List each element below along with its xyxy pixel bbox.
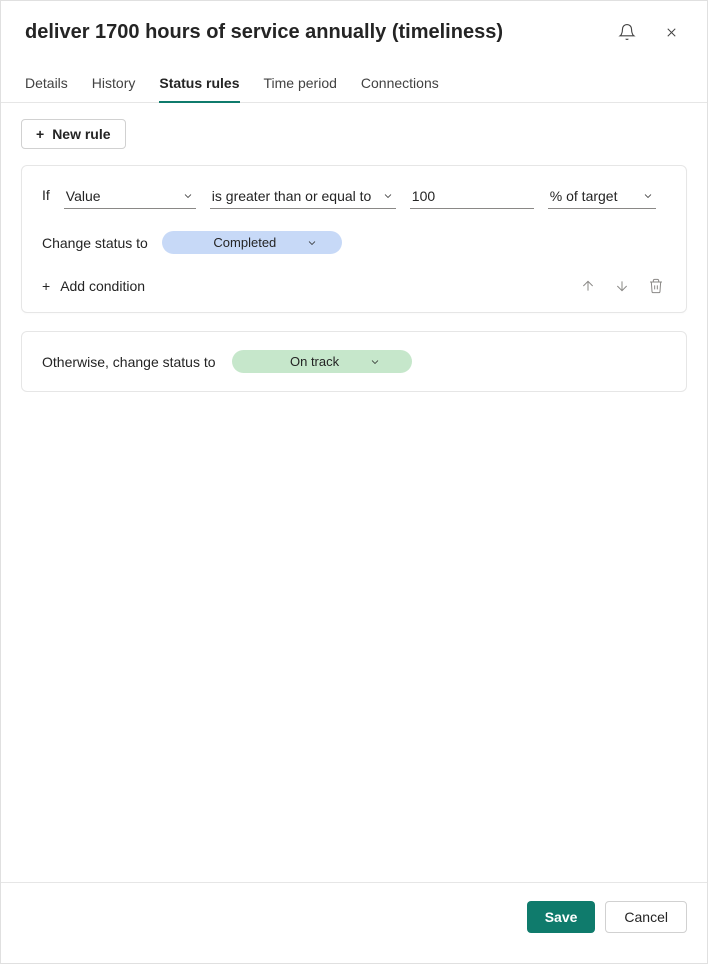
- arrow-up-icon: [580, 278, 596, 294]
- new-rule-button[interactable]: + New rule: [21, 119, 126, 149]
- unit-dropdown-text: % of target: [550, 188, 618, 204]
- tab-connections[interactable]: Connections: [361, 65, 439, 103]
- tab-history[interactable]: History: [92, 65, 136, 103]
- move-down-button[interactable]: [612, 276, 632, 296]
- move-up-button[interactable]: [578, 276, 598, 296]
- close-button[interactable]: [660, 21, 683, 44]
- arrow-down-icon: [614, 278, 630, 294]
- footer: Save Cancel: [1, 882, 707, 963]
- save-button[interactable]: Save: [527, 901, 596, 933]
- chevron-down-icon: [382, 190, 394, 202]
- threshold-input[interactable]: [410, 184, 534, 209]
- change-status-row: Change status to Completed: [42, 231, 666, 254]
- trash-icon: [648, 278, 664, 294]
- close-icon: [664, 25, 679, 40]
- add-condition-label: Add condition: [60, 278, 145, 294]
- rule-card: If Value is greater than or equal to % o…: [21, 165, 687, 313]
- chevron-down-icon: [306, 237, 318, 249]
- rule-footer: + Add condition: [42, 274, 666, 298]
- chevron-down-icon: [642, 190, 654, 202]
- status-pill-text: On track: [290, 354, 339, 369]
- new-rule-label: New rule: [52, 126, 110, 142]
- value-dropdown[interactable]: Value: [64, 184, 196, 209]
- value-dropdown-text: Value: [66, 188, 101, 204]
- notifications-button[interactable]: [614, 19, 640, 45]
- if-label: If: [42, 187, 50, 209]
- otherwise-label: Otherwise, change status to: [42, 354, 216, 370]
- tab-status-rules[interactable]: Status rules: [159, 65, 239, 103]
- header-actions: [614, 19, 683, 45]
- cancel-button[interactable]: Cancel: [605, 901, 687, 933]
- tabs: Details History Status rules Time period…: [1, 65, 707, 103]
- tab-details[interactable]: Details: [25, 65, 68, 103]
- change-status-label: Change status to: [42, 235, 148, 251]
- page-title: deliver 1700 hours of service annually (…: [25, 21, 503, 44]
- plus-icon: +: [36, 127, 44, 141]
- chevron-down-icon: [369, 356, 381, 368]
- operator-dropdown-text: is greater than or equal to: [212, 188, 372, 204]
- otherwise-card: Otherwise, change status to On track: [21, 331, 687, 392]
- content-area: + New rule If Value is greater than or e…: [1, 103, 707, 392]
- chevron-down-icon: [182, 190, 194, 202]
- status-dropdown-ontrack[interactable]: On track: [232, 350, 412, 373]
- rule-actions: [578, 276, 666, 296]
- plus-icon: +: [42, 279, 50, 293]
- status-pill-text: Completed: [213, 235, 276, 250]
- bell-icon: [618, 23, 636, 41]
- operator-dropdown[interactable]: is greater than or equal to: [210, 184, 396, 209]
- add-condition-button[interactable]: + Add condition: [42, 274, 145, 298]
- condition-row: If Value is greater than or equal to % o…: [42, 184, 666, 209]
- delete-rule-button[interactable]: [646, 276, 666, 296]
- unit-dropdown[interactable]: % of target: [548, 184, 656, 209]
- status-dropdown-completed[interactable]: Completed: [162, 231, 342, 254]
- tab-time-period[interactable]: Time period: [264, 65, 337, 103]
